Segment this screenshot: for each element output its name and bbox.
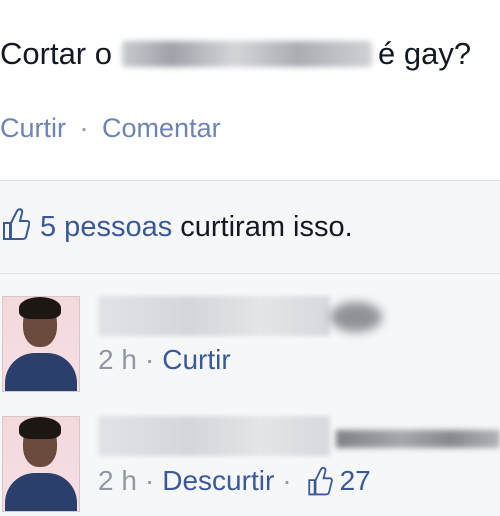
post-text: Cortar o é gay? bbox=[0, 36, 471, 72]
likes-rest-text: curtiram isso. bbox=[180, 211, 353, 243]
comment-time[interactable]: 2 h bbox=[98, 344, 137, 376]
comment: 2 h · Descurtir · 27 bbox=[0, 416, 500, 516]
post-actions: Curtir · Comentar bbox=[0, 113, 221, 144]
likes-text: 5 pessoas curtiram isso. bbox=[40, 211, 353, 244]
comment: 2 h · Curtir bbox=[0, 296, 500, 396]
likes-count-link[interactable]: 5 pessoas bbox=[40, 211, 172, 243]
comment-meta: 2 h · Descurtir · 27 bbox=[98, 464, 371, 498]
comment-unlike-link[interactable]: Descurtir bbox=[162, 465, 274, 497]
meta-separator: · bbox=[144, 344, 155, 375]
redacted-comment-text bbox=[336, 430, 500, 448]
post-text-before: Cortar o bbox=[0, 36, 112, 71]
thumbs-up-icon[interactable] bbox=[2, 205, 30, 243]
avatar[interactable] bbox=[2, 296, 80, 392]
comment-link[interactable]: Comentar bbox=[102, 113, 221, 143]
likes-summary: 5 pessoas curtiram isso. bbox=[0, 180, 500, 274]
action-separator: · bbox=[79, 113, 89, 143]
meta-separator: · bbox=[282, 465, 292, 496]
post-card: Cortar o é gay? Curtir · Comentar bbox=[0, 0, 500, 180]
comment-meta: 2 h · Curtir bbox=[98, 344, 231, 376]
redacted-comment-text bbox=[330, 302, 382, 332]
meta-separator: · bbox=[144, 465, 155, 496]
post-text-after: é gay? bbox=[377, 36, 472, 71]
like-link[interactable]: Curtir bbox=[0, 113, 66, 143]
redacted-commenter-name bbox=[98, 296, 330, 336]
redacted-name bbox=[121, 41, 372, 67]
avatar[interactable] bbox=[2, 416, 80, 512]
thumbs-up-icon[interactable] bbox=[304, 464, 336, 498]
comment-like-count[interactable]: 27 bbox=[340, 465, 371, 497]
comment-time[interactable]: 2 h bbox=[98, 465, 137, 497]
comment-like-link[interactable]: Curtir bbox=[162, 344, 230, 376]
redacted-commenter-name bbox=[98, 416, 330, 456]
